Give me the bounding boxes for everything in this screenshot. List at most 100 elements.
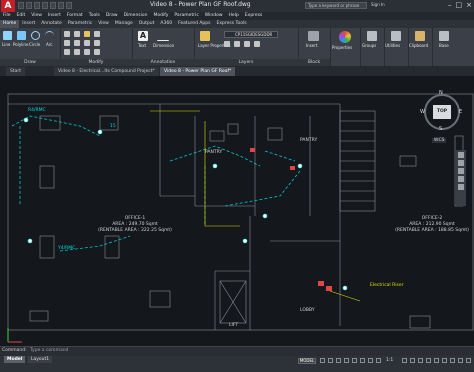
menu-edit[interactable]: Edit [14,12,29,20]
menu-format[interactable]: Format [64,12,86,20]
quick-properties-icon[interactable] [426,358,431,363]
polar-icon[interactable] [344,358,349,363]
menu-view[interactable]: View [28,12,45,20]
hardware-acceleration-icon[interactable] [450,358,455,363]
tab-parametric[interactable]: Parametric [65,20,95,28]
insert-icon[interactable] [308,31,319,41]
minimize-button[interactable]: – [448,1,452,9]
menu-modify[interactable]: Modify [151,12,172,20]
viewcube-top-face[interactable]: TOP [433,105,451,119]
properties-icon[interactable] [339,31,351,43]
clean-screen-icon[interactable] [458,358,463,363]
tab-output[interactable]: Output [136,20,158,28]
tab-annotate[interactable]: Annotate [38,20,65,28]
menu-file[interactable]: File [0,12,14,20]
menu-dimension[interactable]: Dimension [121,12,151,20]
layer-isolate-icon[interactable] [234,41,240,47]
units-icon[interactable] [418,358,423,363]
workspace-icon[interactable] [402,358,407,363]
dimension-icon[interactable] [157,31,169,41]
drawing-canvas[interactable]: R4/RMC 15 Y4/RMC PANTRY PANTRY OFFICE-1 … [0,76,474,346]
mirror-icon[interactable] [74,40,80,46]
search-input[interactable]: Type a keyword or phrase [305,2,367,9]
utilities-icon[interactable] [391,31,401,41]
lock-ui-icon[interactable] [434,358,439,363]
save-icon[interactable] [34,2,40,9]
tab-home[interactable]: Home [0,20,20,28]
tab-manage[interactable]: Manage [112,20,136,28]
customization-icon[interactable] [466,358,471,363]
groups-icon[interactable] [367,31,377,41]
lineweight-icon[interactable] [368,358,373,363]
layer-properties-icon[interactable] [200,31,210,41]
menu-window[interactable]: Window [202,12,226,20]
tab-start[interactable]: Start [6,67,25,76]
explode-icon[interactable] [94,40,100,46]
plot-icon[interactable] [50,2,56,9]
maximize-button[interactable]: □ [456,1,463,9]
clipboard-icon[interactable] [415,31,425,41]
layer-lock-icon[interactable] [254,41,260,47]
line-icon[interactable] [3,31,12,40]
menu-insert[interactable]: Insert [45,12,64,20]
tab-power-plan[interactable]: Video 8 - Power Plan GF Roof* [160,67,236,76]
snap-icon[interactable] [328,358,333,363]
menu-draw[interactable]: Draw [103,12,121,20]
wcs-menu[interactable]: WCS [432,138,447,143]
viewcube-south[interactable]: S [439,126,442,132]
menu-help[interactable]: Help [226,12,242,20]
steering-wheel-icon[interactable] [458,152,464,158]
trim-icon[interactable] [84,31,90,37]
menu-tools[interactable]: Tools [86,12,103,20]
array-icon[interactable] [84,49,90,55]
zoom-icon[interactable] [458,168,464,174]
text-icon[interactable]: A [138,31,148,41]
tab-a360[interactable]: A360 [157,20,175,28]
model-space-button[interactable]: MODEL [298,358,316,364]
tab-layout1[interactable]: Layout1 [28,356,53,363]
new-icon[interactable] [18,2,24,9]
tab-express-tools[interactable]: Express Tools [214,20,250,28]
ortho-icon[interactable] [336,358,341,363]
command-input[interactable]: Type a command [30,348,68,353]
osnap-icon[interactable] [352,358,357,363]
layer-freeze-icon[interactable] [244,41,250,47]
scale-icon[interactable] [74,49,80,55]
offset-icon[interactable] [94,49,100,55]
tab-electrical-project[interactable]: Video 8 - Electrical...Its Compound Proj… [54,67,159,76]
base-view-icon[interactable] [439,31,449,41]
undo-icon[interactable] [58,2,64,9]
annotation-monitor-icon[interactable] [410,358,415,363]
erase-icon[interactable] [94,31,100,37]
save-as-icon[interactable] [42,2,48,9]
viewcube-west[interactable]: W [420,109,425,115]
layer-off-icon[interactable] [224,41,230,47]
fillet-icon[interactable] [84,40,90,46]
app-menu-button[interactable]: A [1,0,15,12]
showmotion-icon[interactable] [458,184,464,190]
tab-featured-apps[interactable]: Featured Apps [175,20,213,28]
stretch-icon[interactable] [64,49,70,55]
viewcube-east[interactable]: E [459,109,462,115]
orbit-icon[interactable] [458,176,464,182]
rotate-icon[interactable] [74,31,80,37]
arc-icon[interactable] [45,31,54,40]
isolate-objects-icon[interactable] [442,358,447,363]
circle-icon[interactable] [31,31,40,40]
transparency-icon[interactable] [376,358,381,363]
open-icon[interactable] [26,2,32,9]
viewcube-north[interactable]: N [439,90,443,96]
copy-icon[interactable] [64,40,70,46]
menu-parametric[interactable]: Parametric [171,12,201,20]
move-icon[interactable] [64,31,70,37]
annotation-scale[interactable]: 1:1 [386,358,393,363]
tab-insert[interactable]: Insert [19,20,38,28]
menu-express[interactable]: Express [242,12,266,20]
sign-in-button[interactable]: Sign In [371,2,385,7]
tab-view[interactable]: View [95,20,112,28]
polyline-icon[interactable] [17,31,26,40]
grid-icon[interactable] [320,358,325,363]
tab-model-layout[interactable]: Model [4,356,26,363]
layer-dropdown[interactable]: CP11SGIDESGDDR [224,31,278,38]
pan-icon[interactable] [458,160,464,166]
